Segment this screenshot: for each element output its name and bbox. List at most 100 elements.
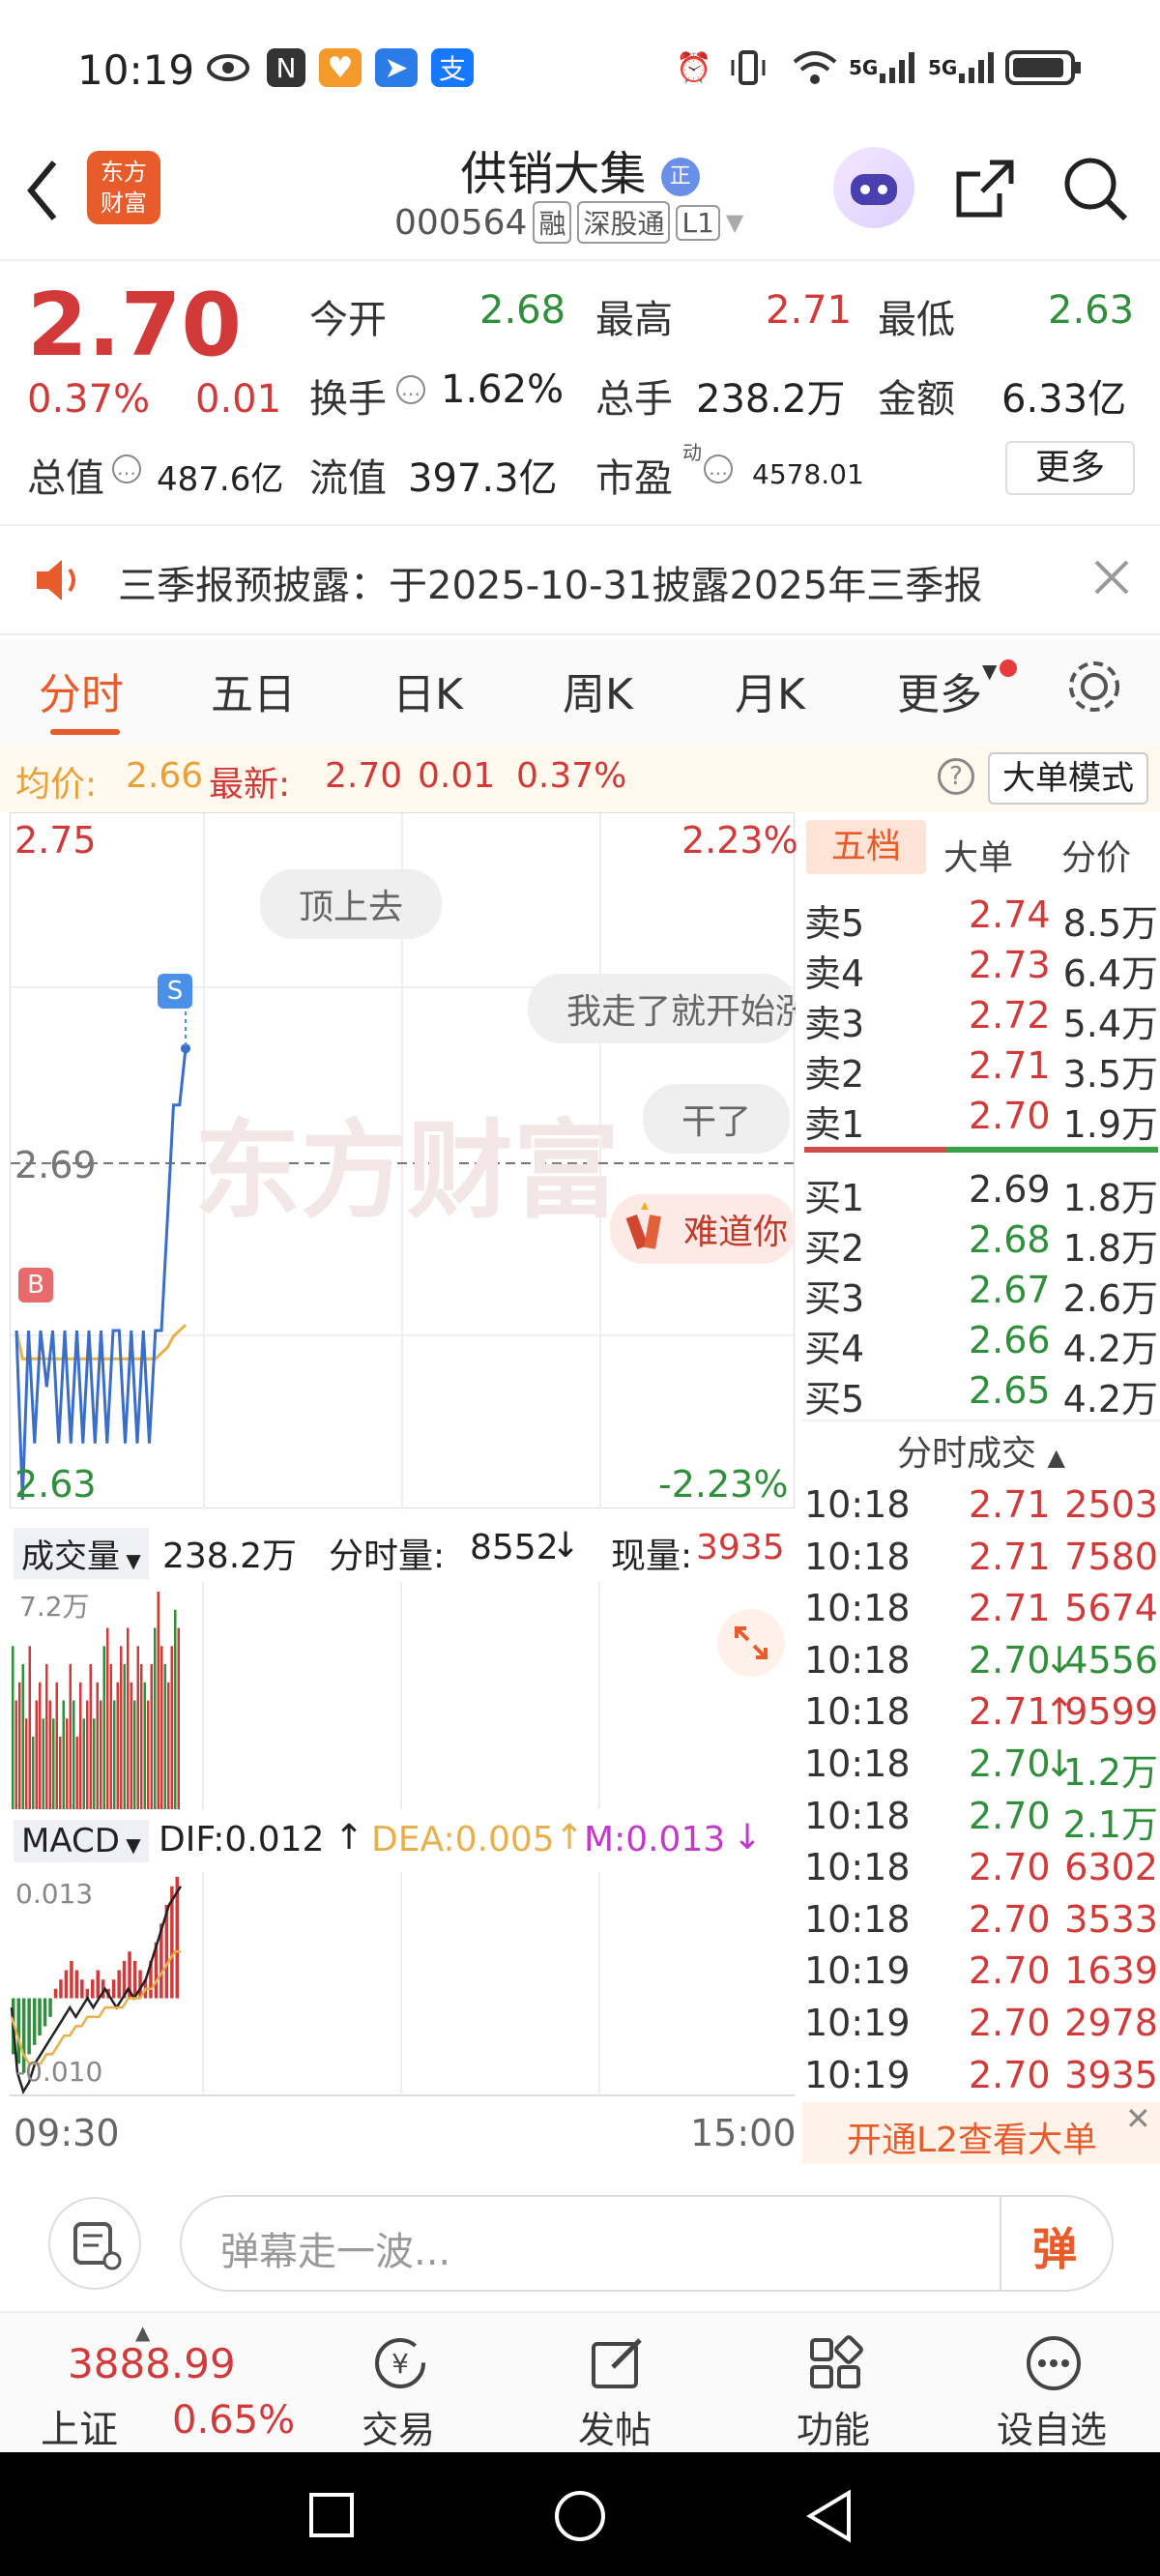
macd-bar bbox=[48, 1998, 52, 2017]
bid-row[interactable]: 买1 2.69 1.8万 bbox=[802, 1164, 1160, 1219]
trades-title[interactable]: 分时成交 ▲ bbox=[802, 1425, 1160, 1476]
tab-intraday[interactable]: 分时 bbox=[39, 659, 124, 721]
chat-settings-icon[interactable] bbox=[48, 2197, 141, 2290]
trade-volume: 3935 bbox=[1064, 2053, 1158, 2096]
trade-volume: 1.2万 bbox=[1062, 1751, 1158, 1794]
chevron-down-icon[interactable]: ▼ bbox=[726, 209, 743, 236]
send-danmaku-button[interactable]: 弹 bbox=[1032, 2214, 1077, 2278]
now-volume-label: 现量: bbox=[611, 1537, 693, 1576]
volume-svg bbox=[12, 1582, 600, 1809]
recent-apps-icon[interactable] bbox=[307, 2491, 356, 2543]
danmaku-input[interactable]: 弹幕走一波... 弹 bbox=[180, 2195, 1114, 2292]
bid-level-label: 买2 bbox=[804, 1227, 865, 1270]
info-icon[interactable]: … bbox=[112, 454, 141, 483]
bid-row[interactable]: 买4 2.66 4.2万 bbox=[802, 1315, 1160, 1370]
macd-indicator-select[interactable]: MACD ▼ bbox=[14, 1820, 149, 1862]
signal-icon: 5G bbox=[849, 48, 926, 87]
ask-row[interactable]: 卖4 2.73 6.4万 bbox=[802, 940, 1160, 995]
order-book: 五档 大单 分价 卖5 2.74 8.5万 卖4 2.73 6.4万 卖3 2.72 5.4万卖… bbox=[802, 812, 1160, 2166]
mktcap-label: 总值 bbox=[27, 456, 104, 501]
volume-bar bbox=[55, 1682, 58, 1809]
l2-upsell-banner[interactable]: 开通L2查看大单 ✕ bbox=[802, 2100, 1160, 2164]
trade-row: 10:18 2.70 ↓ 4556 bbox=[802, 1635, 1160, 1687]
bid-row[interactable]: 买3 2.67 2.6万 bbox=[802, 1265, 1160, 1320]
notice-banner[interactable]: 三季报预披露：于2025-10-31披露2025年三季报 bbox=[0, 527, 1160, 633]
macd-dea: DEA:0.005 bbox=[371, 1820, 555, 1859]
tab-monthly-k[interactable]: 月K bbox=[735, 659, 805, 721]
amount-label: 金额 bbox=[878, 377, 955, 422]
tab-price-dist[interactable]: 分价 bbox=[1061, 830, 1131, 880]
ask-row[interactable]: 卖5 2.74 8.5万 bbox=[802, 890, 1160, 945]
verified-badge: 正 bbox=[660, 158, 700, 196]
bid-level-label: 买5 bbox=[804, 1378, 865, 1420]
alarm-icon: ⏰ bbox=[676, 50, 712, 85]
settings-gear-icon[interactable] bbox=[1063, 656, 1125, 721]
tab-5day[interactable]: 五日 bbox=[211, 659, 296, 721]
bid-volume: 1.8万 bbox=[1062, 1227, 1158, 1270]
macd-bar bbox=[38, 1998, 42, 2036]
tab-five-level[interactable]: 五档 bbox=[806, 820, 926, 874]
info-icon[interactable]: … bbox=[704, 454, 733, 483]
robot-assistant-icon[interactable] bbox=[833, 147, 914, 228]
volume-bar bbox=[109, 1664, 112, 1809]
buy-marker[interactable]: B bbox=[18, 1268, 53, 1303]
float-label: 流值 bbox=[309, 456, 387, 501]
back-nav-icon[interactable] bbox=[802, 2489, 856, 2547]
volume-bar bbox=[157, 1592, 160, 1809]
ask-level-label: 卖1 bbox=[804, 1103, 865, 1146]
avg-label: 均价: bbox=[15, 765, 98, 805]
volume-bar bbox=[154, 1627, 157, 1809]
nav-add-watchlist[interactable]: 设自选 bbox=[984, 2313, 1119, 2454]
ask-price: 2.73 bbox=[969, 944, 1051, 986]
wifi-icon bbox=[791, 48, 839, 87]
volume-bar bbox=[163, 1664, 166, 1809]
big-order-mode-button[interactable]: 大单模式 bbox=[988, 752, 1148, 805]
info-icon[interactable]: … bbox=[396, 375, 425, 404]
trade-price: 2.70 bbox=[969, 1846, 1051, 1889]
more-quote-button[interactable]: 更多 bbox=[1005, 441, 1135, 495]
stock-code-row: 000564 融 深股通 L1 ▼ bbox=[394, 201, 744, 244]
tab-daily-k[interactable]: 日K bbox=[392, 659, 463, 721]
speaker-icon bbox=[33, 554, 85, 610]
close-icon[interactable] bbox=[1090, 556, 1133, 602]
danmaku-bubble[interactable]: 我走了就开始涨 bbox=[528, 974, 796, 1043]
help-icon[interactable]: ? bbox=[938, 758, 974, 795]
trade-price: 2.70 bbox=[969, 1794, 1051, 1837]
home-icon[interactable] bbox=[553, 2489, 607, 2547]
index-ticker[interactable]: ▲ 3888.99 上证 0.65% bbox=[29, 2313, 300, 2454]
trade-volume: 1639 bbox=[1064, 1949, 1158, 1993]
search-icon[interactable] bbox=[1061, 155, 1129, 226]
vibrate-icon bbox=[727, 48, 769, 87]
close-icon[interactable]: ✕ bbox=[1125, 2100, 1151, 2137]
bid-volume: 4.2万 bbox=[1062, 1328, 1158, 1370]
nav-trade[interactable]: ¥ 交易 bbox=[331, 2313, 466, 2454]
chart-bottom-price: 2.63 bbox=[14, 1463, 97, 1506]
notification-dot bbox=[1000, 659, 1017, 677]
nav-post[interactable]: 发帖 bbox=[547, 2313, 682, 2454]
volume-indicator-select[interactable]: 成交量 ▼ bbox=[14, 1528, 149, 1579]
bid-row[interactable]: 买5 2.65 4.2万 bbox=[802, 1365, 1160, 1420]
ask-row[interactable]: 卖3 2.72 5.4万 bbox=[802, 990, 1160, 1045]
now-volume: 3935 bbox=[696, 1528, 785, 1567]
danmaku-bubble[interactable]: 顶上去 bbox=[260, 869, 443, 939]
bid-row[interactable]: 买2 2.68 1.8万 bbox=[802, 1215, 1160, 1270]
trade-price: 2.70 bbox=[969, 2002, 1051, 2044]
intraday-chart[interactable]: 东方财富 2.75 2.23% 2.69 2.63 -2.23% S B 顶上去… bbox=[10, 812, 798, 1509]
bid-ask-ratio-bar bbox=[804, 1147, 1158, 1153]
volume-bar bbox=[127, 1627, 130, 1809]
tab-weekly-k[interactable]: 周K bbox=[563, 659, 633, 721]
ask-row[interactable]: 卖1 2.70 1.9万 bbox=[802, 1091, 1160, 1146]
tab-big-order[interactable]: 大单 bbox=[943, 830, 1013, 880]
macd-bar bbox=[16, 1998, 20, 2064]
sell-marker[interactable]: S bbox=[158, 974, 192, 1009]
bid-level-label: 买3 bbox=[804, 1277, 865, 1320]
nav-functions[interactable]: 功能 bbox=[766, 2313, 901, 2454]
trade-price: 2.71 bbox=[969, 1587, 1051, 1630]
share-icon[interactable] bbox=[951, 155, 1019, 226]
tab-more[interactable]: 更多▼ bbox=[897, 659, 997, 721]
danmaku-bubble[interactable]: 干了 bbox=[643, 1084, 791, 1154]
signal-icon-2: 5G bbox=[928, 48, 1005, 87]
trade-row: 10:18 2.71 5674 bbox=[802, 1583, 1160, 1635]
expand-icon[interactable] bbox=[717, 1609, 785, 1677]
ask-row[interactable]: 卖2 2.71 3.5万 bbox=[802, 1040, 1160, 1096]
